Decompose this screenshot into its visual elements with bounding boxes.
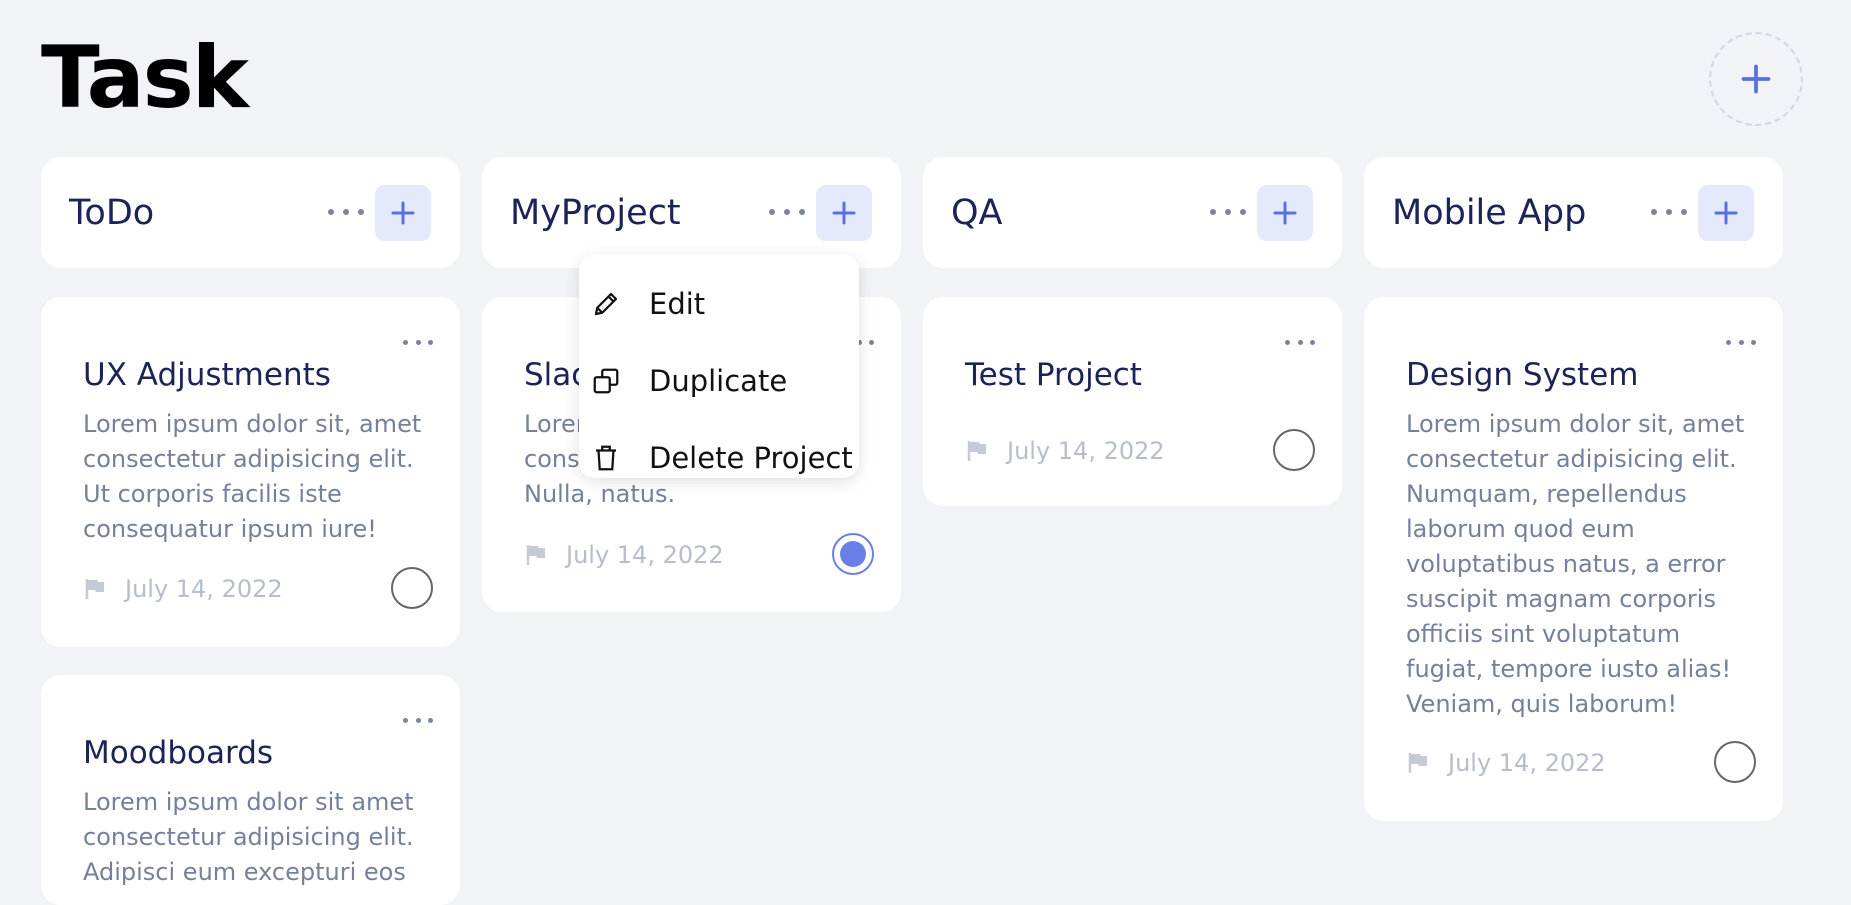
add-card-button[interactable] <box>1257 185 1313 241</box>
flag-icon <box>85 579 104 599</box>
plus-icon <box>1273 201 1297 225</box>
card-description: Lorem ipsum dolor sit, amet consectetur … <box>83 410 422 543</box>
card-date: July 14, 2022 <box>566 541 724 569</box>
column-menu-button[interactable] <box>1210 197 1246 227</box>
task-card[interactable]: Moodboards Lorem ipsum dolor sit amet co… <box>41 675 460 905</box>
card-title: UX Adjustments <box>83 357 331 393</box>
card-footer: July 14, 2022 <box>965 429 1315 473</box>
card-date: July 14, 2022 <box>1448 749 1606 777</box>
column-header-myproject: MyProject <box>482 157 901 268</box>
status-toggle[interactable] <box>391 567 433 609</box>
column-menu-button[interactable] <box>1651 197 1687 227</box>
context-menu: Edit Duplicate Delete Project <box>579 254 859 478</box>
plus-icon <box>1741 64 1771 94</box>
menu-item-label: Edit <box>649 287 706 321</box>
page-title: Task <box>41 28 249 128</box>
add-card-button[interactable] <box>1698 185 1754 241</box>
pencil-icon <box>594 292 618 316</box>
column-menu-button[interactable] <box>328 197 364 227</box>
card-footer: July 14, 2022 <box>83 567 433 611</box>
card-title: Design System <box>1406 357 1639 393</box>
trash-icon <box>596 445 616 471</box>
card-date: July 14, 2022 <box>1007 437 1165 465</box>
column-title: MyProject <box>510 193 681 233</box>
card-footer: July 14, 2022 <box>1406 741 1756 785</box>
plus-icon <box>832 201 856 225</box>
card-date: July 14, 2022 <box>125 575 283 603</box>
column-header-todo: ToDo <box>41 157 460 268</box>
menu-item-label: Delete Project <box>649 441 853 475</box>
column-header-mobile-app: Mobile App <box>1364 157 1783 268</box>
card-title: Test Project <box>965 357 1142 393</box>
column-title: ToDo <box>69 193 155 233</box>
flag-icon <box>1408 753 1427 773</box>
plus-icon <box>391 201 415 225</box>
column-title: QA <box>951 193 1003 233</box>
add-card-button[interactable] <box>816 185 872 241</box>
card-menu-button[interactable] <box>403 715 433 725</box>
card-description: Lorem ipsum dolor sit, amet consectetur … <box>1406 410 1745 718</box>
plus-icon <box>1714 201 1738 225</box>
flag-icon <box>967 441 986 461</box>
task-card[interactable]: Test Project July 14, 2022 <box>923 297 1342 506</box>
status-toggle[interactable] <box>1714 741 1756 783</box>
column-header-qa: QA <box>923 157 1342 268</box>
column-menu-button[interactable] <box>769 197 805 227</box>
status-toggle[interactable] <box>832 533 874 575</box>
menu-item-edit[interactable]: Edit <box>579 274 859 334</box>
card-title: Moodboards <box>83 735 274 771</box>
menu-item-delete-project[interactable]: Delete Project <box>579 428 859 488</box>
card-menu-button[interactable] <box>1726 337 1756 347</box>
card-footer: July 14, 2022 <box>524 533 874 577</box>
menu-item-duplicate[interactable]: Duplicate <box>579 351 859 411</box>
task-card[interactable]: UX Adjustments Lorem ipsum dolor sit, am… <box>41 297 460 647</box>
column-title: Mobile App <box>1392 193 1587 233</box>
flag-icon <box>526 545 545 565</box>
card-menu-button[interactable] <box>403 337 433 347</box>
menu-item-label: Duplicate <box>649 364 788 398</box>
task-card[interactable]: Design System Lorem ipsum dolor sit, ame… <box>1364 297 1783 821</box>
card-description: Lorem ipsum dolor sit amet consectetur a… <box>83 788 414 886</box>
add-card-button[interactable] <box>375 185 431 241</box>
card-menu-button[interactable] <box>1285 337 1315 347</box>
add-column-button[interactable] <box>1709 32 1803 126</box>
status-toggle[interactable] <box>1273 429 1315 471</box>
duplicate-icon <box>593 368 619 394</box>
